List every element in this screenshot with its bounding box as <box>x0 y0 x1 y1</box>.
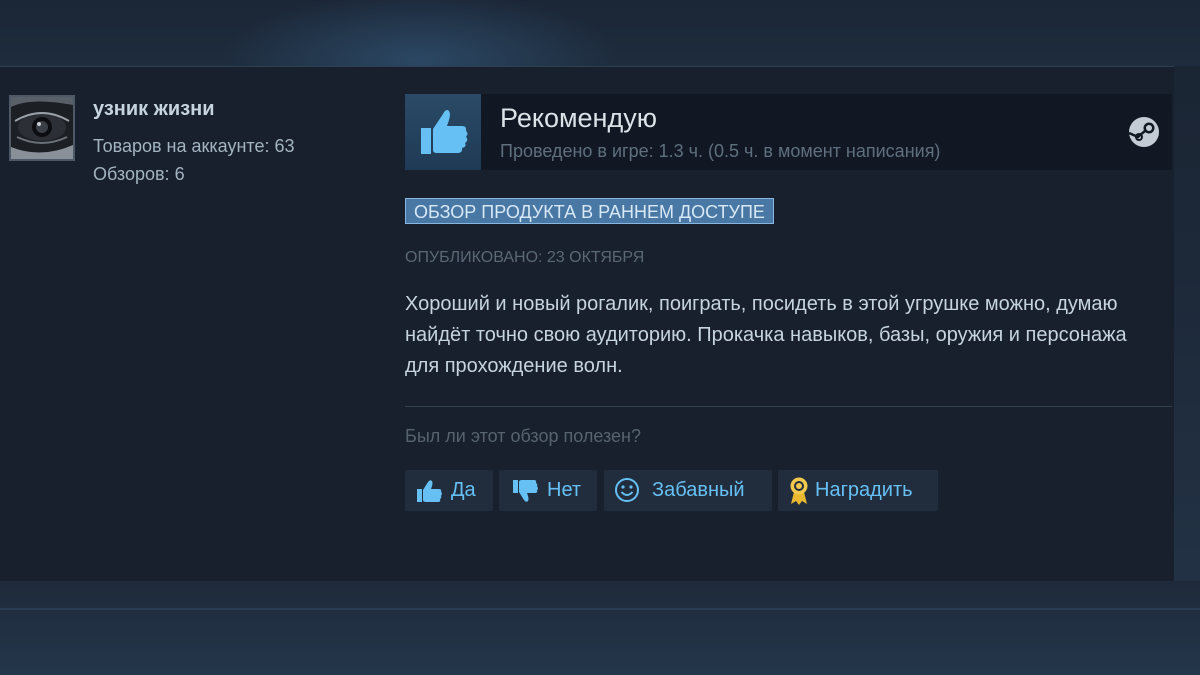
author-name[interactable]: узник жизни <box>93 98 215 121</box>
vote-yes-label: Да <box>451 479 476 501</box>
award-ribbon-icon <box>790 477 808 505</box>
thumbs-up-icon <box>405 94 481 170</box>
divider <box>405 406 1172 407</box>
vote-funny-label: Забавный <box>652 479 745 501</box>
thumbs-down-icon <box>513 480 538 502</box>
helpful-question: Был ли этот обзор полезен? <box>405 426 641 446</box>
page-header-band <box>0 0 1200 66</box>
review-body: Хороший и новый рогалик, поиграть, посид… <box>405 293 1127 377</box>
footer-divider <box>0 608 1200 610</box>
vote-no-button[interactable]: Нет <box>499 470 597 511</box>
early-access-badge: ОБЗОР ПРОДУКТА В РАННЕМ ДОСТУПЕ <box>405 198 774 224</box>
avatar[interactable] <box>9 95 75 161</box>
award-label: Наградить <box>815 479 913 501</box>
vote-funny-button[interactable]: Забавный <box>604 470 772 511</box>
playtime-info: Проведено в игре: 1.3 ч. (0.5 ч. в момен… <box>500 141 941 161</box>
posted-date: ОПУБЛИКОВАНО: 23 ОКТЯБРЯ <box>405 249 645 266</box>
thumbs-up-icon <box>417 480 442 502</box>
eye-avatar-icon <box>11 97 73 159</box>
steam-logo-icon <box>1128 117 1159 147</box>
review-verdict-header: Рекомендую Проведено в игре: 1.3 ч. (0.5… <box>405 94 1172 170</box>
page-footer-band <box>0 581 1200 675</box>
award-button[interactable]: Наградить <box>778 470 938 511</box>
vote-no-label: Нет <box>547 479 582 501</box>
author-products-count[interactable]: Товаров на аккаунте: 63 <box>93 136 295 157</box>
author-reviews-count[interactable]: Обзоров: 6 <box>93 164 185 185</box>
vote-yes-button[interactable]: Да <box>405 470 493 511</box>
verdict-title[interactable]: Рекомендую <box>500 103 657 134</box>
smiley-icon <box>615 478 639 502</box>
